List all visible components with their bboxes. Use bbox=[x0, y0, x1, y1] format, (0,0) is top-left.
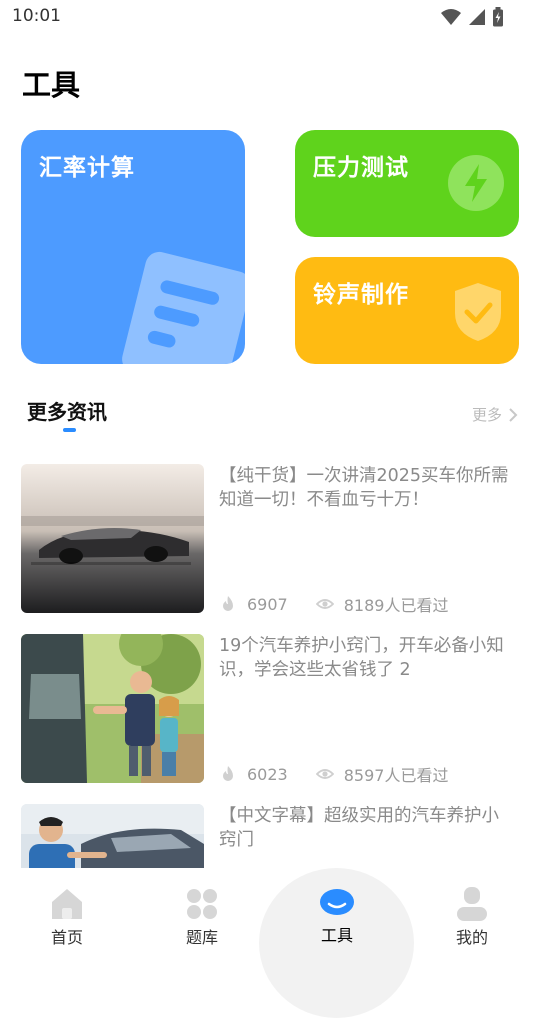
views-count: 8597人已看过 bbox=[343, 766, 449, 785]
news-item[interactable]: 【纯干货】一次讲清2025买车你所需知道一切！不看血亏十万！ 6907 8189… bbox=[21, 464, 519, 616]
news-title: 19个汽车养护小窍门，开车必备小知识，学会这些太省钱了 2 bbox=[219, 636, 504, 680]
flame-icon bbox=[223, 766, 233, 781]
status-bar: 10:01 bbox=[0, 0, 540, 34]
news-item[interactable]: 19个汽车养护小窍门，开车必备小知识，学会这些太省钱了 2 6023 8597人… bbox=[21, 634, 519, 786]
tab-home[interactable]: 首页 bbox=[27, 886, 107, 948]
card-label: 压力测试 bbox=[313, 155, 409, 181]
status-time: 10:01 bbox=[12, 6, 61, 26]
tab-label: 工具 bbox=[320, 926, 353, 945]
tab-label: 首页 bbox=[50, 928, 83, 947]
card-label: 铃声制作 bbox=[313, 282, 409, 308]
news-thumbnail bbox=[21, 634, 204, 783]
likes-count: 6023 bbox=[247, 764, 288, 784]
tab-question-bank[interactable]: 题库 bbox=[162, 886, 242, 948]
signal-icon bbox=[469, 9, 485, 25]
chevron-right-icon bbox=[509, 407, 518, 422]
tab-label: 我的 bbox=[455, 928, 488, 947]
ringtone-maker-card[interactable]: 铃声制作 bbox=[295, 257, 519, 364]
toolbox-icon bbox=[320, 889, 354, 915]
shield-check-icon bbox=[455, 283, 501, 341]
news-title: 【纯干货】一次讲清2025买车你所需知道一切！不看血亏十万！ bbox=[219, 466, 509, 510]
tab-profile[interactable]: 我的 bbox=[432, 886, 512, 948]
news-thumbnail bbox=[21, 464, 204, 613]
stress-test-card[interactable]: 压力测试 bbox=[295, 130, 519, 237]
views-count: 8189人已看过 bbox=[343, 596, 449, 615]
news-meta: 6907 8189人已看过 bbox=[219, 592, 448, 616]
battery-icon bbox=[493, 7, 503, 27]
tab-label: 题库 bbox=[185, 928, 218, 947]
flame-icon bbox=[223, 596, 233, 611]
user-icon bbox=[457, 887, 487, 921]
section-title: 更多资讯 bbox=[27, 400, 107, 424]
tab-tools[interactable]: 工具 bbox=[297, 884, 377, 946]
page-title: 工具 bbox=[22, 68, 81, 102]
news-section-header: 更多资讯 更多 bbox=[0, 390, 540, 440]
eye-icon bbox=[315, 769, 334, 779]
section-underline bbox=[63, 428, 76, 432]
bottom-tab-bar: 首页 题库 工具 我的 bbox=[0, 868, 540, 1018]
more-label: 更多 bbox=[471, 406, 502, 424]
eye-icon bbox=[315, 599, 334, 609]
wifi-icon bbox=[441, 9, 461, 25]
status-icons bbox=[440, 7, 504, 27]
grid-icon bbox=[187, 889, 217, 919]
news-meta: 6023 8597人已看过 bbox=[219, 762, 448, 786]
home-icon bbox=[52, 889, 82, 919]
news-title: 【中文字幕】超级实用的汽车养护小窍门 bbox=[219, 806, 499, 850]
card-label: 汇率计算 bbox=[39, 155, 135, 181]
document-icon bbox=[122, 251, 245, 364]
lightning-icon bbox=[448, 155, 504, 211]
exchange-rate-card[interactable]: 汇率计算 bbox=[21, 130, 245, 364]
likes-count: 6907 bbox=[247, 594, 288, 614]
more-link[interactable]: 更多 bbox=[472, 404, 518, 425]
